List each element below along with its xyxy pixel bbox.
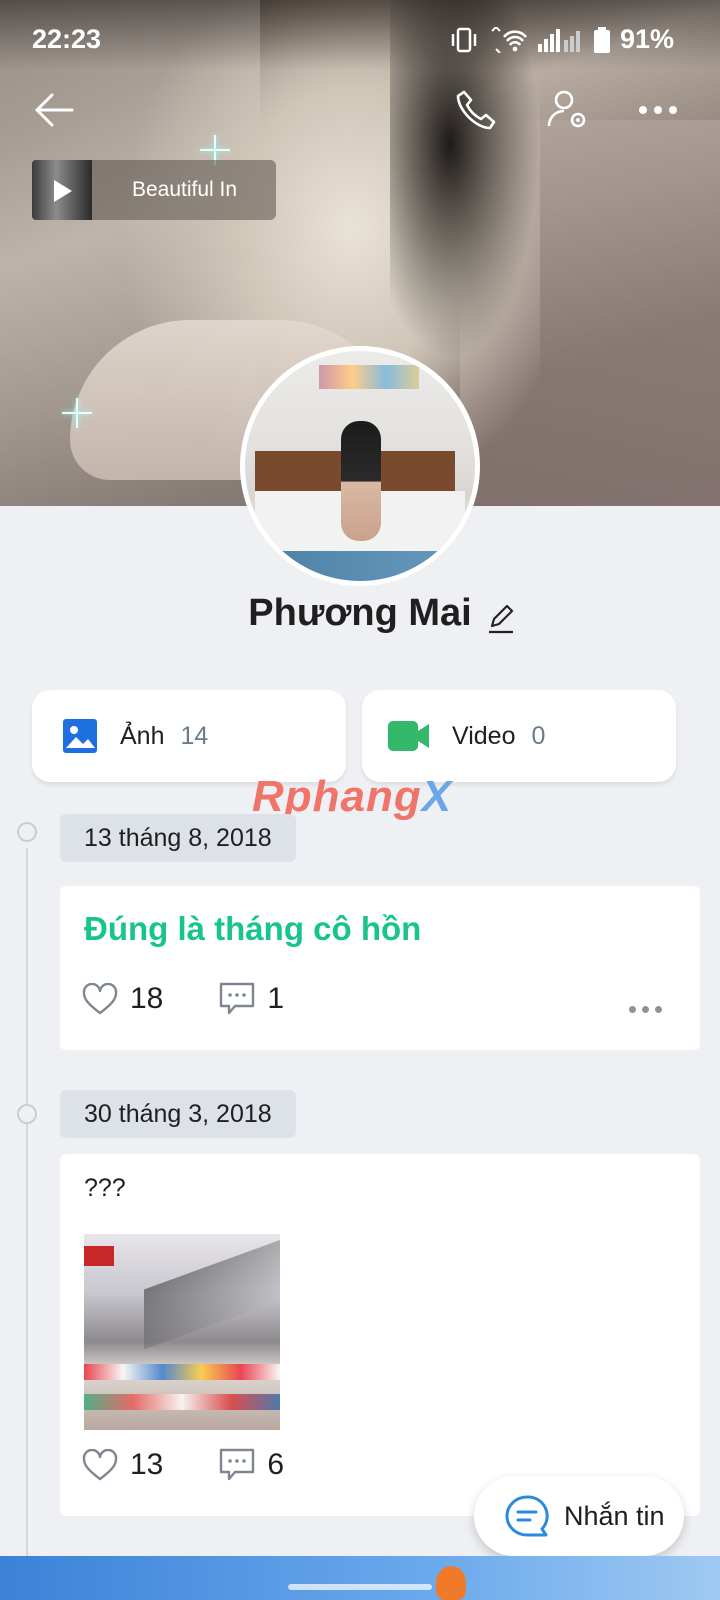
like-count: 18: [130, 982, 164, 1015]
sparkle-decoration: [62, 398, 92, 428]
like-button[interactable]: 13: [82, 1448, 163, 1482]
post-photo[interactable]: [84, 1234, 280, 1430]
photos-card[interactable]: Ảnh 14: [32, 690, 346, 782]
timeline-dot: [17, 822, 37, 842]
post-more-button[interactable]: [629, 1006, 662, 1013]
comment-icon: [220, 982, 255, 1015]
phone-icon: [456, 90, 496, 130]
more-button[interactable]: [634, 86, 682, 134]
post-card[interactable]: Đúng là tháng cô hồn 18 1: [60, 886, 700, 1050]
videos-count: 0: [531, 721, 546, 750]
heart-icon: [82, 1449, 118, 1481]
music-thumbnail: [32, 160, 92, 220]
edit-icon[interactable]: [486, 604, 516, 634]
post-actions: 18 1: [82, 982, 340, 1016]
battery-icon: [593, 26, 610, 53]
user-settings-icon: [547, 90, 586, 128]
chat-bubble-icon: [505, 1495, 549, 1537]
profile-name: Phương Mai: [248, 592, 472, 634]
videos-label: Video: [452, 721, 516, 750]
send-message-button[interactable]: Nhắn tin: [474, 1476, 684, 1556]
profile-settings-button[interactable]: [544, 86, 592, 134]
music-title: Beautiful In: [132, 178, 238, 201]
signal-icon: [537, 28, 580, 52]
like-count: 13: [130, 1448, 164, 1481]
avatar[interactable]: [240, 346, 480, 586]
post-card[interactable]: ??? 13 6: [60, 1154, 700, 1516]
more-icon: [639, 106, 677, 114]
post-status-text: Đúng là tháng cô hồn: [84, 910, 422, 947]
comment-icon: [220, 1448, 255, 1481]
comment-button[interactable]: 6: [219, 1448, 284, 1482]
battery-percent: 91%: [619, 24, 674, 54]
wifi-icon: [491, 26, 527, 53]
comment-button[interactable]: 1: [219, 982, 284, 1016]
status-time: 22:23: [32, 24, 102, 54]
home-indicator[interactable]: [288, 1584, 432, 1590]
back-button[interactable]: [30, 86, 78, 134]
heart-icon: [82, 983, 118, 1015]
profile-music-player[interactable]: Beautiful In: [32, 160, 276, 220]
next-post-decoration: [436, 1566, 466, 1600]
status-bar: 22:23 91%: [0, 0, 720, 62]
play-icon: [54, 180, 72, 202]
photos-count: 14: [180, 721, 209, 750]
back-arrow-icon: [35, 93, 74, 127]
comment-count: 1: [267, 982, 285, 1015]
vibrate-icon: [451, 27, 477, 52]
photo-icon: [63, 719, 97, 753]
photos-label: Ảnh: [120, 721, 165, 750]
send-message-label: Nhắn tin: [564, 1500, 665, 1531]
status-icons: 91%: [450, 24, 674, 55]
post-actions: 13 6: [82, 1448, 340, 1482]
video-icon: [388, 721, 429, 751]
next-post-preview: [0, 1556, 720, 1600]
call-button[interactable]: [452, 86, 500, 134]
comment-count: 6: [267, 1448, 285, 1481]
post-date: 30 tháng 3, 2018: [60, 1090, 296, 1138]
post-date: 13 tháng 8, 2018: [60, 814, 296, 862]
timeline-dot: [17, 1104, 37, 1124]
post-text: ???: [84, 1174, 126, 1202]
videos-card[interactable]: Video 0: [362, 690, 676, 782]
timeline-line: [26, 848, 28, 1600]
like-button[interactable]: 18: [82, 982, 163, 1016]
